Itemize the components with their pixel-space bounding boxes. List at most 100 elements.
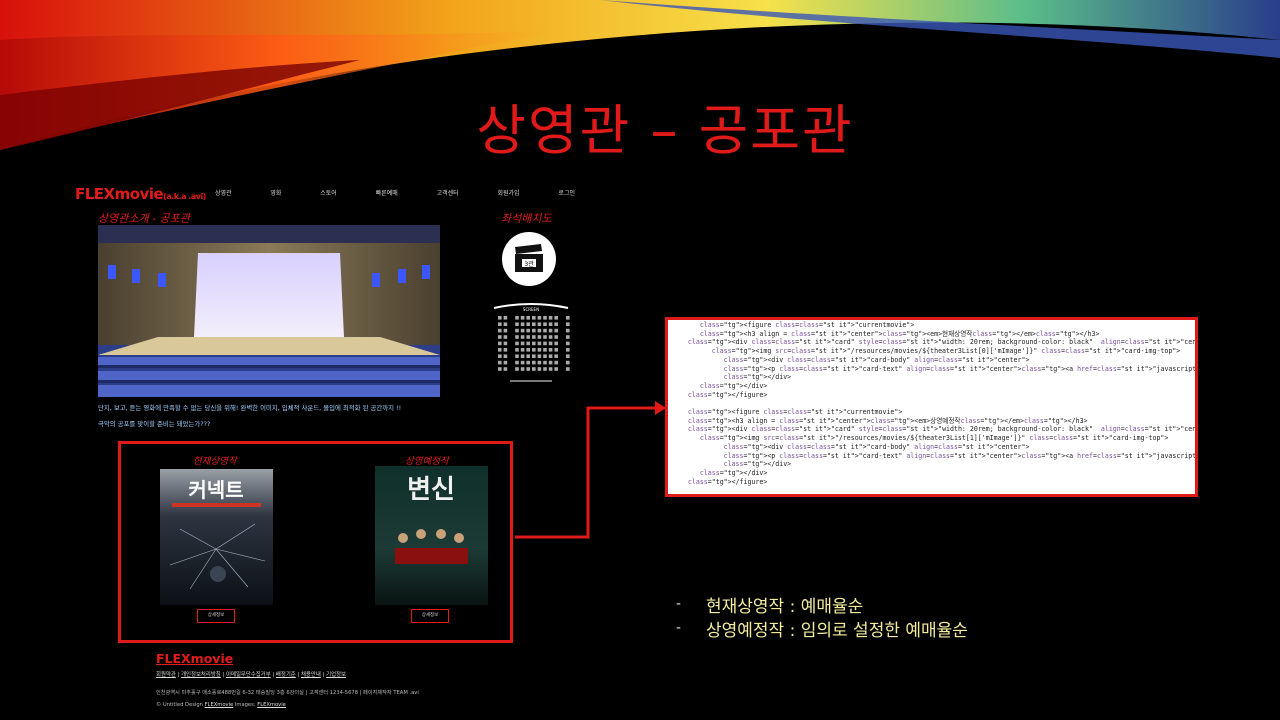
footer-link-privacy[interactable]: 개인정보처리방침 <box>181 672 221 678</box>
nav-item-support[interactable]: 고객센터 <box>437 188 459 197</box>
seat[interactable] <box>537 360 542 365</box>
poster-coming-soon[interactable]: 변신 <box>375 466 488 605</box>
seat[interactable] <box>548 348 553 352</box>
seat[interactable] <box>526 316 530 320</box>
seat[interactable] <box>532 367 536 371</box>
seat[interactable] <box>526 322 530 326</box>
seat[interactable] <box>537 316 542 320</box>
seat[interactable] <box>532 348 536 352</box>
seat[interactable] <box>548 354 553 358</box>
seat[interactable] <box>515 367 519 371</box>
seat[interactable] <box>515 335 519 339</box>
seat[interactable] <box>498 341 502 346</box>
poster-now-showing[interactable]: 커넥트 <box>160 469 273 605</box>
seat[interactable] <box>520 367 525 371</box>
nav-item-movie[interactable]: 영화 <box>270 188 281 197</box>
seat[interactable] <box>543 367 547 371</box>
seat[interactable] <box>543 360 547 365</box>
seat[interactable] <box>526 348 530 352</box>
seat[interactable] <box>566 322 570 326</box>
seat[interactable] <box>498 367 502 371</box>
seat[interactable] <box>548 328 553 333</box>
seat[interactable] <box>554 360 558 365</box>
seat[interactable] <box>503 354 508 358</box>
seat[interactable] <box>498 360 502 365</box>
seat[interactable] <box>526 354 530 358</box>
seat[interactable] <box>554 367 558 371</box>
seat[interactable] <box>515 360 519 365</box>
seat[interactable] <box>498 335 502 339</box>
seat[interactable] <box>503 335 508 339</box>
footer-link-terms[interactable]: 회원약관 <box>156 672 176 678</box>
seat[interactable] <box>520 316 525 320</box>
seat[interactable] <box>537 354 542 358</box>
nav-item-theater[interactable]: 상영관 <box>215 188 232 197</box>
seat[interactable] <box>532 341 536 346</box>
seat[interactable] <box>537 341 542 346</box>
seat[interactable] <box>498 328 502 333</box>
seat[interactable] <box>554 348 558 352</box>
seat[interactable] <box>543 322 547 326</box>
detail-button-coming-soon[interactable]: 상세정보 <box>411 609 449 623</box>
seat[interactable] <box>498 348 502 352</box>
seat[interactable] <box>503 360 508 365</box>
seat[interactable] <box>515 328 519 333</box>
seat[interactable] <box>498 322 502 326</box>
seat[interactable] <box>554 316 558 320</box>
seat[interactable] <box>503 341 508 346</box>
seat[interactable] <box>520 348 525 352</box>
nav-item-signup[interactable]: 회원가입 <box>498 188 520 197</box>
nav-item-quick-booking[interactable]: 빠른예매 <box>376 188 398 197</box>
seat[interactable] <box>537 322 542 326</box>
seat[interactable] <box>503 316 508 320</box>
seat[interactable] <box>554 322 558 326</box>
footer-logo[interactable]: FLEXmovie <box>156 651 233 666</box>
footer-link-company[interactable]: 기업정보 <box>326 672 346 678</box>
footer-copyright-link-2[interactable]: FLEXmovie <box>257 702 286 708</box>
seat[interactable] <box>537 335 542 339</box>
seat[interactable] <box>520 322 525 326</box>
seat[interactable] <box>566 341 570 346</box>
seat[interactable] <box>520 360 525 365</box>
footer-link-careers[interactable]: 채용안내 <box>301 672 321 678</box>
seat[interactable] <box>548 322 553 326</box>
seat[interactable] <box>503 328 508 333</box>
seat[interactable] <box>520 341 525 346</box>
site-logo[interactable]: FLEXmovie(a.k.a .avi) <box>75 185 206 203</box>
seat[interactable] <box>548 367 553 371</box>
seat[interactable] <box>548 360 553 365</box>
seat[interactable] <box>532 335 536 339</box>
seat[interactable] <box>543 341 547 346</box>
seat[interactable] <box>543 316 547 320</box>
footer-copyright-link-1[interactable]: FLEXmovie <box>205 702 234 708</box>
seat[interactable] <box>503 348 508 352</box>
seat[interactable] <box>532 360 536 365</box>
seat[interactable] <box>526 360 530 365</box>
detail-button-now-showing[interactable]: 상세정보 <box>197 609 235 623</box>
seat[interactable] <box>515 341 519 346</box>
seat[interactable] <box>566 367 570 371</box>
seat[interactable] <box>520 354 525 358</box>
seat[interactable] <box>543 354 547 358</box>
seat[interactable] <box>503 367 508 371</box>
seat[interactable] <box>554 354 558 358</box>
seat[interactable] <box>543 335 547 339</box>
seat[interactable] <box>537 367 542 371</box>
seat[interactable] <box>566 348 570 352</box>
seat[interactable] <box>532 322 536 326</box>
seat[interactable] <box>532 316 536 320</box>
seat[interactable] <box>566 328 570 333</box>
seat[interactable] <box>526 335 530 339</box>
seat[interactable] <box>537 328 542 333</box>
seat[interactable] <box>543 328 547 333</box>
nav-item-store[interactable]: 스토어 <box>320 188 337 197</box>
seat[interactable] <box>548 335 553 339</box>
seat[interactable] <box>498 354 502 358</box>
seat[interactable] <box>537 348 542 352</box>
nav-item-login[interactable]: 로그인 <box>558 188 575 197</box>
seat[interactable] <box>503 322 508 326</box>
seat[interactable] <box>566 360 570 365</box>
footer-link-allocation[interactable]: 배정기준 <box>276 672 296 678</box>
seat[interactable] <box>520 328 525 333</box>
seat[interactable] <box>515 354 519 358</box>
